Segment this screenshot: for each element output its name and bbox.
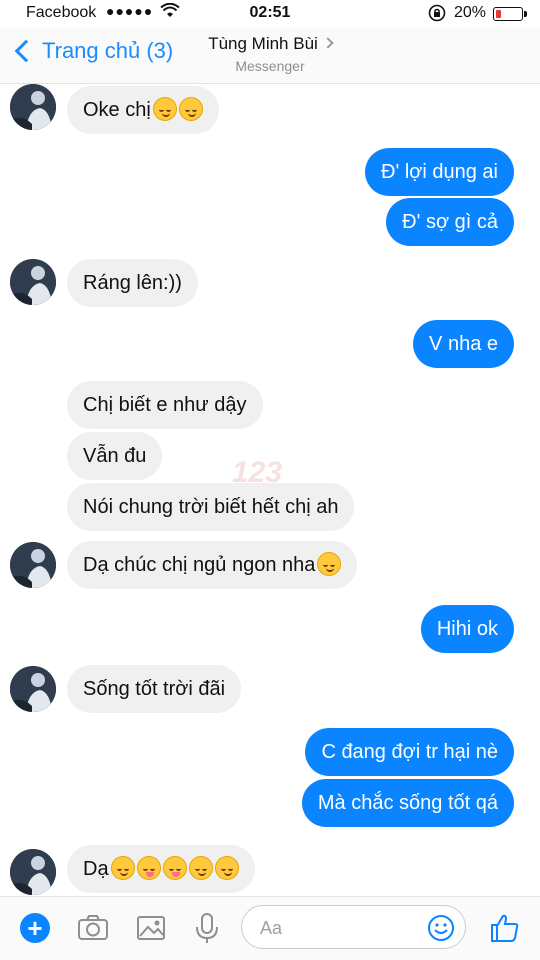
avatar[interactable] [10,849,56,895]
yum-emoji-icon [162,855,187,880]
plus-button[interactable]: + [20,913,50,943]
relieved-emoji-icon [317,551,342,576]
avatar[interactable] [10,259,56,305]
avatar[interactable] [10,666,56,712]
message-text: Sống tốt trời đãi [83,678,226,700]
message-input-placeholder: Aa [260,918,283,938]
battery-percent: 20% [454,4,487,21]
like-icon[interactable] [488,911,522,945]
emoji-icon[interactable] [427,914,455,947]
outgoing-message[interactable]: Mà chắc sống tốt qá [301,779,514,827]
incoming-message[interactable]: Dạ [67,845,255,893]
message-text: Mà chắc sống tốt qá [317,792,498,814]
outgoing-message[interactable]: C đang đợi tr hại nè [305,728,514,776]
outgoing-message[interactable]: Đ' sợ gì cả [386,198,514,246]
outgoing-message[interactable]: V nha e [413,320,514,368]
message-input[interactable]: Aa [241,905,466,949]
incoming-message[interactable]: Vẫn đu [67,432,163,480]
outgoing-message[interactable]: Đ' lợi dụng ai [365,148,514,196]
message-text: Hihi ok [436,618,498,640]
message-text: Ráng lên:)) [83,272,182,294]
incoming-message[interactable]: Chị biết e như dậy [67,381,263,429]
status-bar: Facebook ●●●●● 02:51 20% [0,0,540,28]
relieved-emoji-icon [110,855,135,880]
outgoing-message[interactable]: Hihi ok [420,605,514,653]
contact-subtitle: Messenger [235,58,305,74]
incoming-message[interactable]: Sống tốt trời đãi [67,665,242,713]
message-text: Nói chung trời biết hết chị ah [83,496,339,518]
message-text: Vẫn đu [83,445,147,467]
incoming-message[interactable]: Oke chị [67,86,219,134]
relieved-emoji-icon [188,855,213,880]
rotation-lock-icon [428,4,446,27]
message-text: C đang đợi tr hại nè [321,741,498,763]
camera-icon[interactable] [76,911,110,945]
chevron-right-icon [322,37,334,49]
microphone-icon[interactable] [190,911,224,945]
contact-name: Tùng Minh Bùi [208,34,318,53]
message-text: Dạ [83,858,109,880]
message-text: Đ' sợ gì cả [402,211,498,233]
message-text: Đ' lợi dụng ai [381,161,498,183]
relieved-emoji-icon [152,96,177,121]
incoming-message[interactable]: Dạ chúc chị ngủ ngon nha [67,541,358,589]
gallery-icon[interactable] [134,911,168,945]
message-text: Chị biết e như dậy [83,394,247,416]
battery-fill [496,10,501,18]
contact-title[interactable]: Tùng Minh Bùi Messenger [0,34,540,74]
battery-icon [493,7,527,21]
incoming-message[interactable]: Nói chung trời biết hết chị ah [67,483,355,531]
message-text: V nha e [429,333,498,355]
composer-bar: + Aa [0,896,540,960]
conversation-header: Trang chủ (3) Tùng Minh Bùi Messenger [0,28,540,84]
avatar[interactable] [10,542,56,588]
incoming-message[interactable]: Ráng lên:)) [67,259,198,307]
relieved-emoji-icon [178,96,203,121]
message-text: Dạ chúc chị ngủ ngon nha [83,554,316,576]
avatar[interactable] [10,84,56,130]
relieved-emoji-icon [214,855,239,880]
yum-emoji-icon [136,855,161,880]
message-text: Oke chị [83,99,151,121]
